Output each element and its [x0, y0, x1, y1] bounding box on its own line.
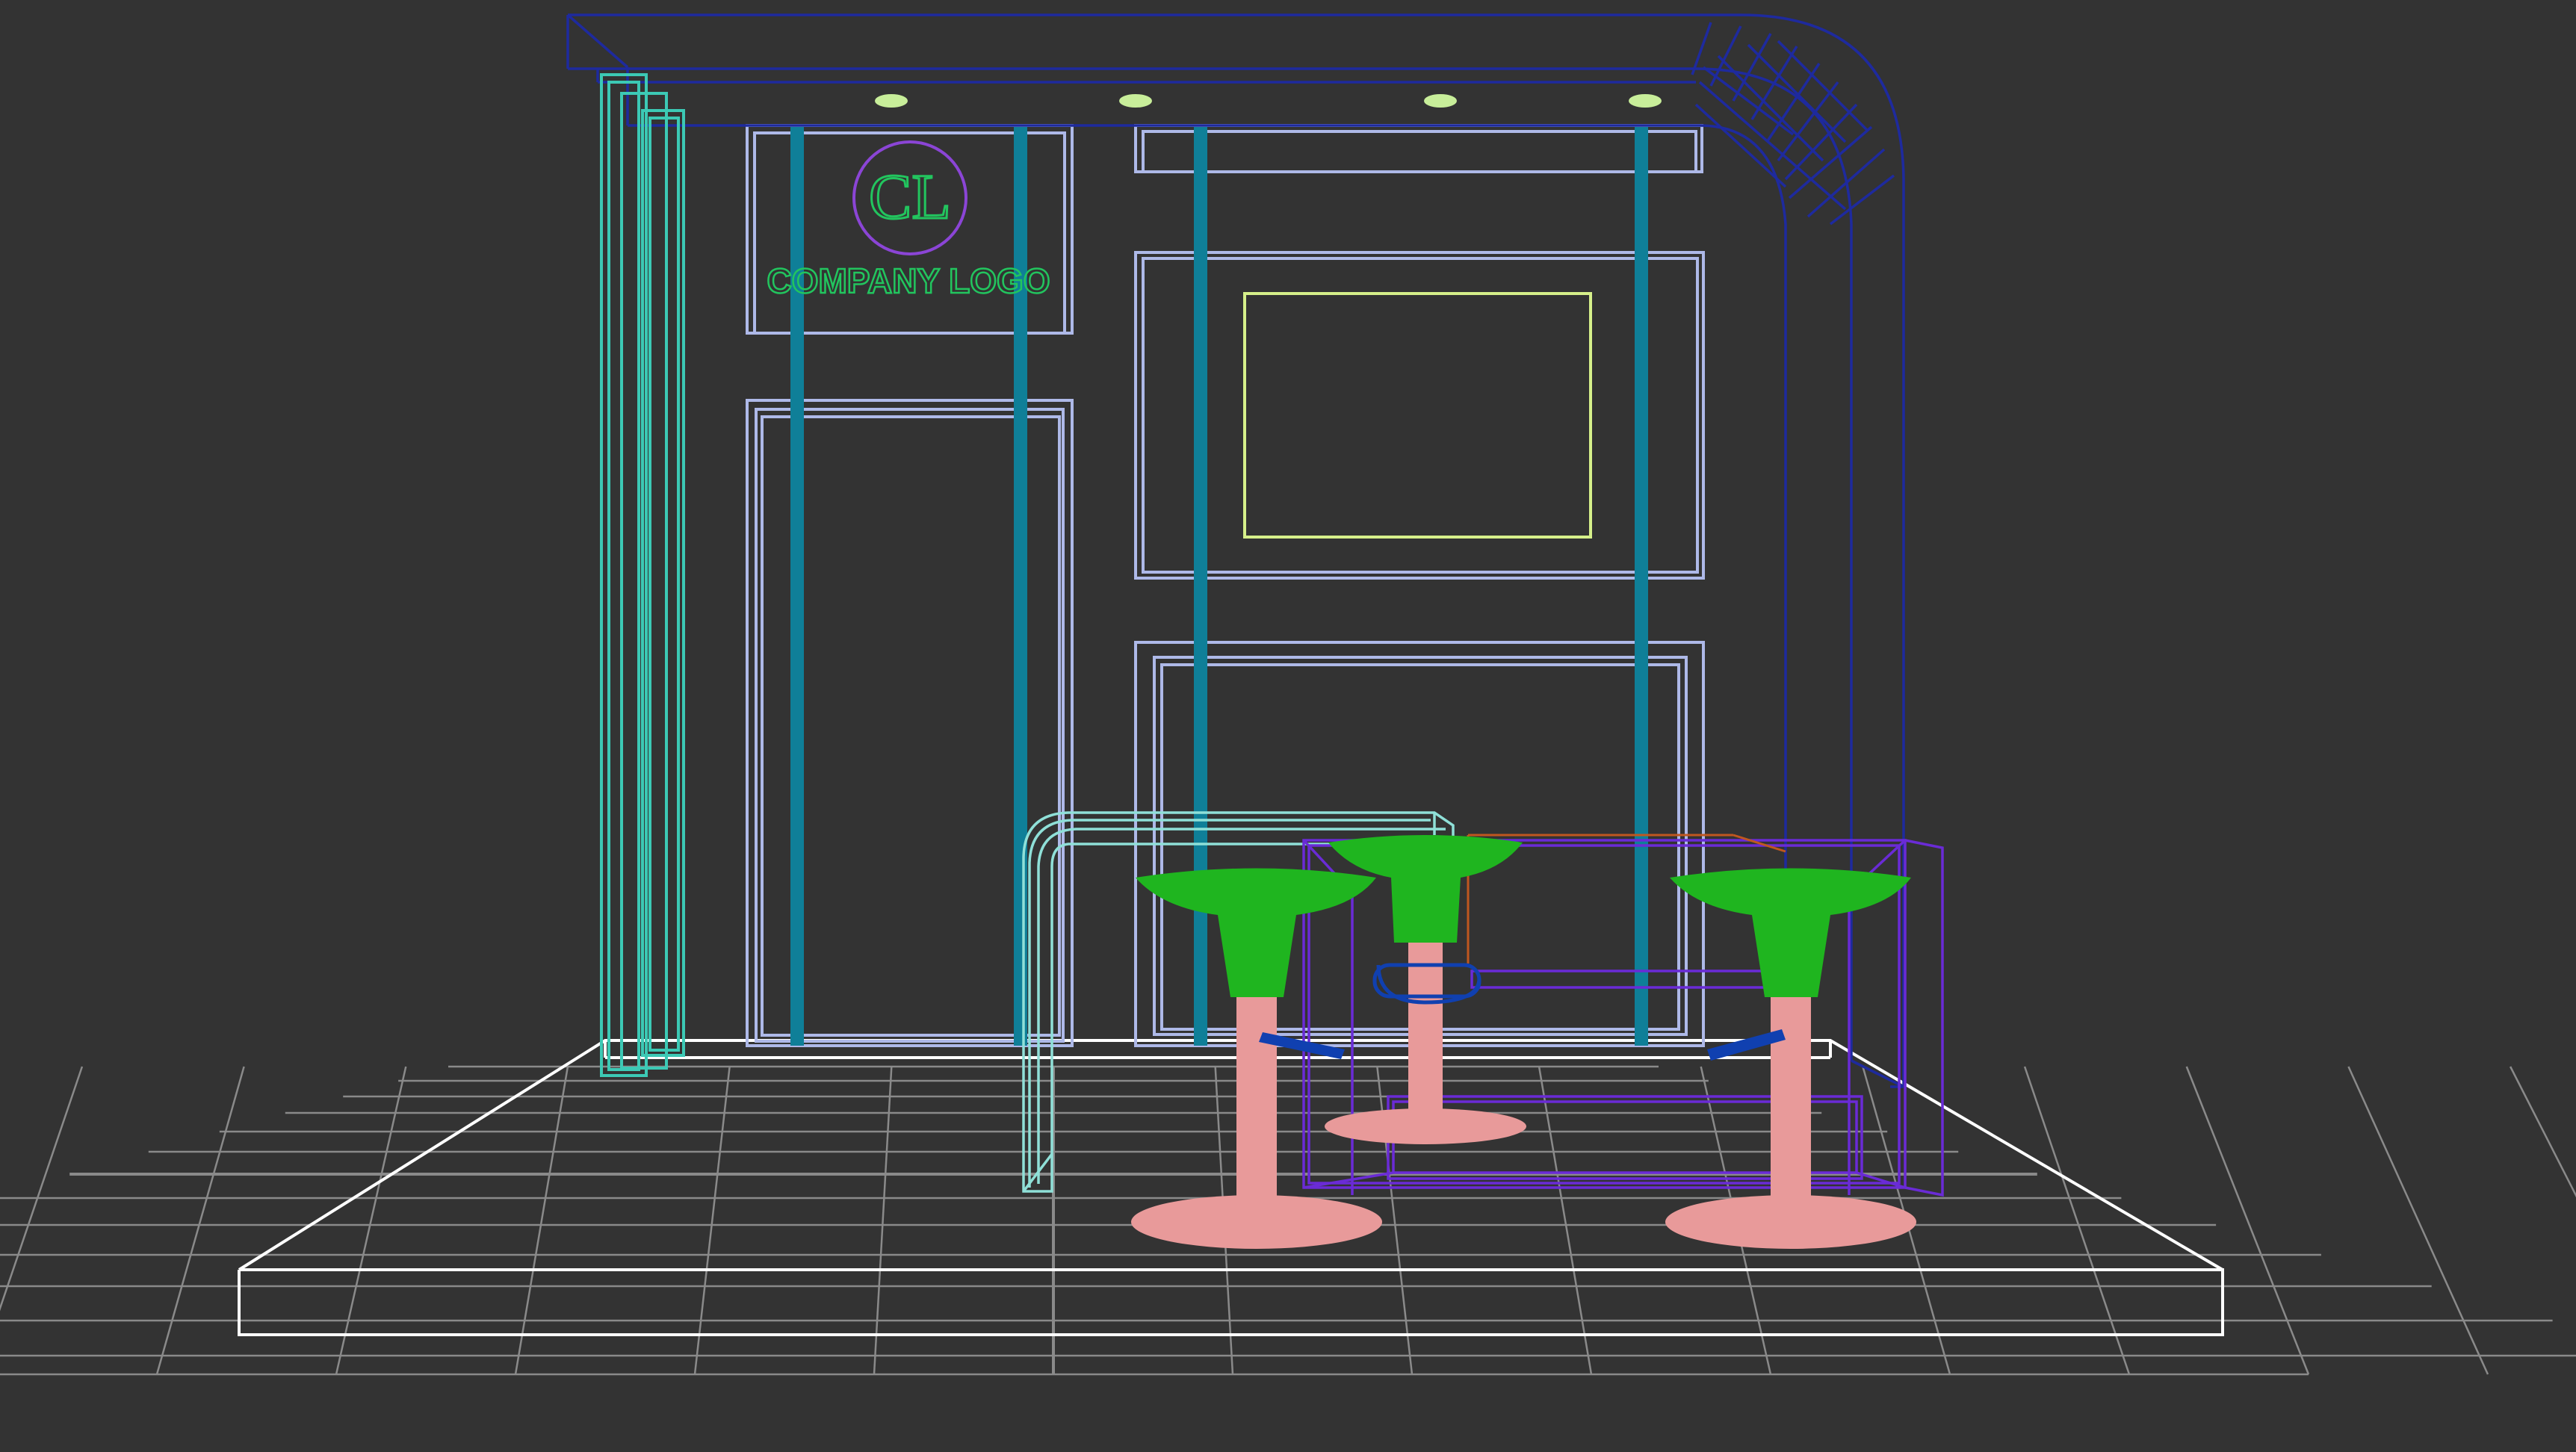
spotlight[interactable] — [1629, 94, 1662, 108]
spotlights — [875, 94, 1662, 108]
3d-viewport[interactable]: CL COMPANY LOGO — [0, 0, 2576, 1452]
spotlight[interactable] — [875, 94, 908, 108]
display-screen[interactable] — [1243, 292, 1592, 539]
post[interactable] — [1635, 127, 1648, 1046]
spotlight[interactable] — [1424, 94, 1457, 108]
spotlight[interactable] — [1119, 94, 1152, 108]
booth-platform[interactable] — [238, 1039, 2224, 1336]
logo-text: COMPANY LOGO — [767, 261, 1050, 300]
left-column[interactable] — [600, 73, 685, 1077]
wireframe-scene[interactable]: CL COMPANY LOGO — [0, 0, 2576, 1452]
company-logo: CL COMPANY LOGO — [766, 140, 1051, 301]
logo-monogram: CL — [869, 161, 951, 232]
